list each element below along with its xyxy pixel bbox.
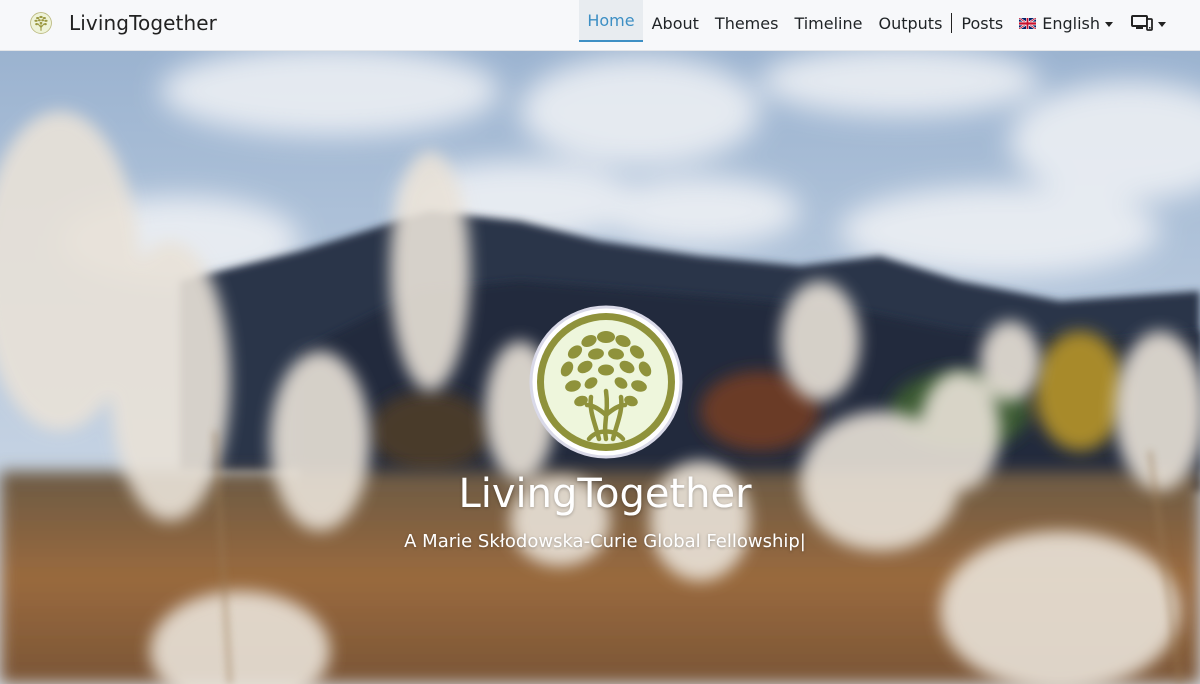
nav-timeline[interactable]: Timeline bbox=[786, 0, 870, 46]
hero-title: LivingTogether bbox=[458, 471, 752, 517]
uk-flag-icon bbox=[1019, 17, 1037, 29]
nav-outputs[interactable]: Outputs bbox=[870, 0, 950, 46]
nav-about[interactable]: About bbox=[644, 0, 707, 46]
hero-section: LivingTogether A Marie Skłodowska-Curie … bbox=[0, 51, 1200, 684]
nav-themes[interactable]: Themes bbox=[707, 0, 787, 46]
hero-subtitle: A Marie Skłodowska-Curie Global Fellowsh… bbox=[404, 531, 806, 552]
brand-link[interactable]: LivingTogether bbox=[30, 0, 217, 46]
brand-name: LivingTogether bbox=[69, 11, 217, 35]
tree-emblem-icon bbox=[529, 305, 683, 459]
nav-home[interactable]: Home bbox=[579, 0, 643, 42]
tree-logo-icon bbox=[30, 12, 52, 34]
nav-posts[interactable]: Posts bbox=[953, 0, 1011, 46]
chevron-down-icon bbox=[1158, 21, 1166, 27]
device-display-icon bbox=[1131, 15, 1153, 31]
top-navbar: LivingTogether Home About Themes Timelin… bbox=[0, 0, 1200, 51]
main-nav: Home About Themes Timeline Outputs Posts… bbox=[579, 0, 1174, 46]
language-dropdown[interactable]: English bbox=[1011, 0, 1121, 46]
language-label: English bbox=[1042, 13, 1100, 33]
chevron-down-icon bbox=[1105, 21, 1113, 27]
theme-toggle-dropdown[interactable] bbox=[1121, 0, 1174, 46]
nav-divider bbox=[951, 13, 953, 33]
